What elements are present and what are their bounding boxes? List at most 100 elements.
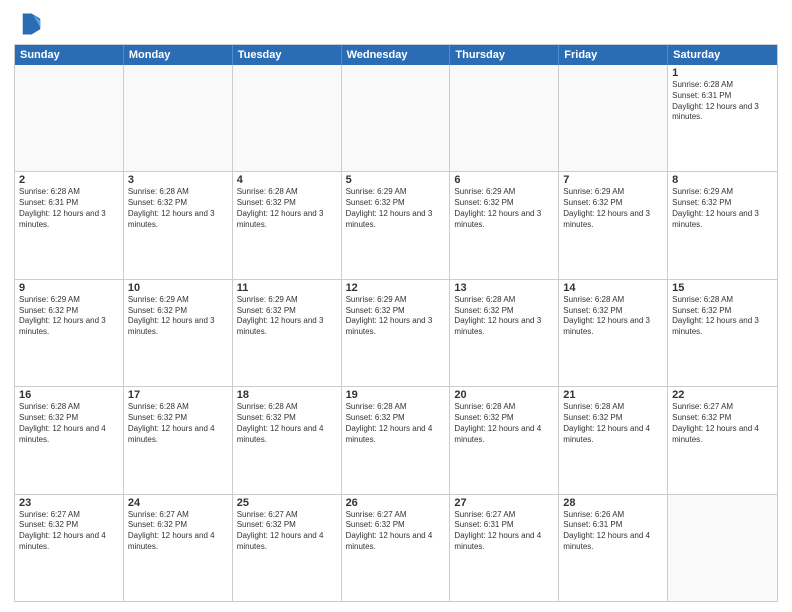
cell-info: Sunrise: 6:28 AM Sunset: 6:32 PM Dayligh… (454, 402, 554, 445)
cell-info: Sunrise: 6:28 AM Sunset: 6:31 PM Dayligh… (672, 80, 773, 123)
day-number: 8 (672, 174, 773, 186)
cal-cell (342, 65, 451, 171)
cell-info: Sunrise: 6:27 AM Sunset: 6:32 PM Dayligh… (128, 510, 228, 553)
day-number: 15 (672, 282, 773, 294)
day-number: 10 (128, 282, 228, 294)
day-number: 26 (346, 497, 446, 509)
day-number: 19 (346, 389, 446, 401)
page: SundayMondayTuesdayWednesdayThursdayFrid… (0, 0, 792, 612)
cal-cell: 28Sunrise: 6:26 AM Sunset: 6:31 PM Dayli… (559, 495, 668, 601)
cal-cell (233, 65, 342, 171)
header (14, 10, 778, 38)
cal-cell: 15Sunrise: 6:28 AM Sunset: 6:32 PM Dayli… (668, 280, 777, 386)
cell-info: Sunrise: 6:28 AM Sunset: 6:31 PM Dayligh… (19, 187, 119, 230)
cell-info: Sunrise: 6:29 AM Sunset: 6:32 PM Dayligh… (346, 187, 446, 230)
cal-cell: 10Sunrise: 6:29 AM Sunset: 6:32 PM Dayli… (124, 280, 233, 386)
day-number: 12 (346, 282, 446, 294)
cell-info: Sunrise: 6:28 AM Sunset: 6:32 PM Dayligh… (237, 187, 337, 230)
cal-cell (559, 65, 668, 171)
header-day-saturday: Saturday (668, 45, 777, 65)
header-day-thursday: Thursday (450, 45, 559, 65)
cell-info: Sunrise: 6:29 AM Sunset: 6:32 PM Dayligh… (563, 187, 663, 230)
day-number: 23 (19, 497, 119, 509)
cal-cell (15, 65, 124, 171)
cell-info: Sunrise: 6:29 AM Sunset: 6:32 PM Dayligh… (128, 295, 228, 338)
day-number: 1 (672, 67, 773, 79)
day-number: 17 (128, 389, 228, 401)
cell-info: Sunrise: 6:28 AM Sunset: 6:32 PM Dayligh… (454, 295, 554, 338)
day-number: 20 (454, 389, 554, 401)
calendar-row-5: 23Sunrise: 6:27 AM Sunset: 6:32 PM Dayli… (15, 494, 777, 601)
cal-cell: 26Sunrise: 6:27 AM Sunset: 6:32 PM Dayli… (342, 495, 451, 601)
header-day-monday: Monday (124, 45, 233, 65)
cell-info: Sunrise: 6:29 AM Sunset: 6:32 PM Dayligh… (346, 295, 446, 338)
day-number: 9 (19, 282, 119, 294)
day-number: 11 (237, 282, 337, 294)
cal-cell: 1Sunrise: 6:28 AM Sunset: 6:31 PM Daylig… (668, 65, 777, 171)
calendar-row-3: 9Sunrise: 6:29 AM Sunset: 6:32 PM Daylig… (15, 279, 777, 386)
cell-info: Sunrise: 6:27 AM Sunset: 6:31 PM Dayligh… (454, 510, 554, 553)
cal-cell: 17Sunrise: 6:28 AM Sunset: 6:32 PM Dayli… (124, 387, 233, 493)
day-number: 28 (563, 497, 663, 509)
cell-info: Sunrise: 6:29 AM Sunset: 6:32 PM Dayligh… (237, 295, 337, 338)
day-number: 13 (454, 282, 554, 294)
cal-cell: 2Sunrise: 6:28 AM Sunset: 6:31 PM Daylig… (15, 172, 124, 278)
cal-cell: 3Sunrise: 6:28 AM Sunset: 6:32 PM Daylig… (124, 172, 233, 278)
cell-info: Sunrise: 6:28 AM Sunset: 6:32 PM Dayligh… (128, 402, 228, 445)
day-number: 21 (563, 389, 663, 401)
day-number: 18 (237, 389, 337, 401)
cal-cell: 27Sunrise: 6:27 AM Sunset: 6:31 PM Dayli… (450, 495, 559, 601)
cal-cell: 19Sunrise: 6:28 AM Sunset: 6:32 PM Dayli… (342, 387, 451, 493)
calendar-row-1: 1Sunrise: 6:28 AM Sunset: 6:31 PM Daylig… (15, 65, 777, 171)
cal-cell (450, 65, 559, 171)
cell-info: Sunrise: 6:28 AM Sunset: 6:32 PM Dayligh… (672, 295, 773, 338)
cal-cell: 4Sunrise: 6:28 AM Sunset: 6:32 PM Daylig… (233, 172, 342, 278)
cell-info: Sunrise: 6:27 AM Sunset: 6:32 PM Dayligh… (346, 510, 446, 553)
cal-cell: 6Sunrise: 6:29 AM Sunset: 6:32 PM Daylig… (450, 172, 559, 278)
cal-cell: 9Sunrise: 6:29 AM Sunset: 6:32 PM Daylig… (15, 280, 124, 386)
cell-info: Sunrise: 6:29 AM Sunset: 6:32 PM Dayligh… (672, 187, 773, 230)
day-number: 16 (19, 389, 119, 401)
cal-cell: 11Sunrise: 6:29 AM Sunset: 6:32 PM Dayli… (233, 280, 342, 386)
header-day-wednesday: Wednesday (342, 45, 451, 65)
day-number: 4 (237, 174, 337, 186)
day-number: 3 (128, 174, 228, 186)
cell-info: Sunrise: 6:29 AM Sunset: 6:32 PM Dayligh… (19, 295, 119, 338)
cell-info: Sunrise: 6:28 AM Sunset: 6:32 PM Dayligh… (128, 187, 228, 230)
day-number: 7 (563, 174, 663, 186)
cal-cell: 24Sunrise: 6:27 AM Sunset: 6:32 PM Dayli… (124, 495, 233, 601)
cal-cell: 12Sunrise: 6:29 AM Sunset: 6:32 PM Dayli… (342, 280, 451, 386)
cal-cell: 7Sunrise: 6:29 AM Sunset: 6:32 PM Daylig… (559, 172, 668, 278)
cal-cell (124, 65, 233, 171)
calendar-row-4: 16 Sunrise: 6:28 AM Sunset: 6:32 PM Dayli… (15, 386, 777, 493)
calendar: SundayMondayTuesdayWednesdayThursdayFrid… (14, 44, 778, 602)
logo (14, 10, 44, 38)
cell-info: Sunrise: 6:28 AM Sunset: 6:32 PM Dayligh… (563, 295, 663, 338)
cell-info: Sunrise: 6:26 AM Sunset: 6:31 PM Dayligh… (563, 510, 663, 553)
header-day-tuesday: Tuesday (233, 45, 342, 65)
header-day-sunday: Sunday (15, 45, 124, 65)
logo-icon (14, 10, 42, 38)
cell-info: Sunrise: 6:27 AM Sunset: 6:32 PM Dayligh… (19, 510, 119, 553)
cal-cell: 8Sunrise: 6:29 AM Sunset: 6:32 PM Daylig… (668, 172, 777, 278)
day-number: 22 (672, 389, 773, 401)
day-number: 25 (237, 497, 337, 509)
cal-cell: 14Sunrise: 6:28 AM Sunset: 6:32 PM Dayli… (559, 280, 668, 386)
calendar-row-2: 2Sunrise: 6:28 AM Sunset: 6:31 PM Daylig… (15, 171, 777, 278)
cal-cell: 23Sunrise: 6:27 AM Sunset: 6:32 PM Dayli… (15, 495, 124, 601)
cal-cell: 13Sunrise: 6:28 AM Sunset: 6:32 PM Dayli… (450, 280, 559, 386)
day-number: 24 (128, 497, 228, 509)
calendar-header-row: SundayMondayTuesdayWednesdayThursdayFrid… (15, 45, 777, 65)
header-day-friday: Friday (559, 45, 668, 65)
day-number: 6 (454, 174, 554, 186)
cal-cell (668, 495, 777, 601)
cell-info: Sunrise: 6:28 AM Sunset: 6:32 PM Dayligh… (563, 402, 663, 445)
cal-cell: 16Sunrise: 6:28 AM Sunset: 6:32 PM Dayli… (15, 387, 124, 493)
cal-cell: 25Sunrise: 6:27 AM Sunset: 6:32 PM Dayli… (233, 495, 342, 601)
day-number: 2 (19, 174, 119, 186)
cal-cell: 18Sunrise: 6:28 AM Sunset: 6:32 PM Dayli… (233, 387, 342, 493)
cal-cell: 22Sunrise: 6:27 AM Sunset: 6:32 PM Dayli… (668, 387, 777, 493)
cell-info: Sunrise: 6:27 AM Sunset: 6:32 PM Dayligh… (237, 510, 337, 553)
cell-info: Sunrise: 6:29 AM Sunset: 6:32 PM Dayligh… (454, 187, 554, 230)
calendar-body: 1Sunrise: 6:28 AM Sunset: 6:31 PM Daylig… (15, 65, 777, 601)
